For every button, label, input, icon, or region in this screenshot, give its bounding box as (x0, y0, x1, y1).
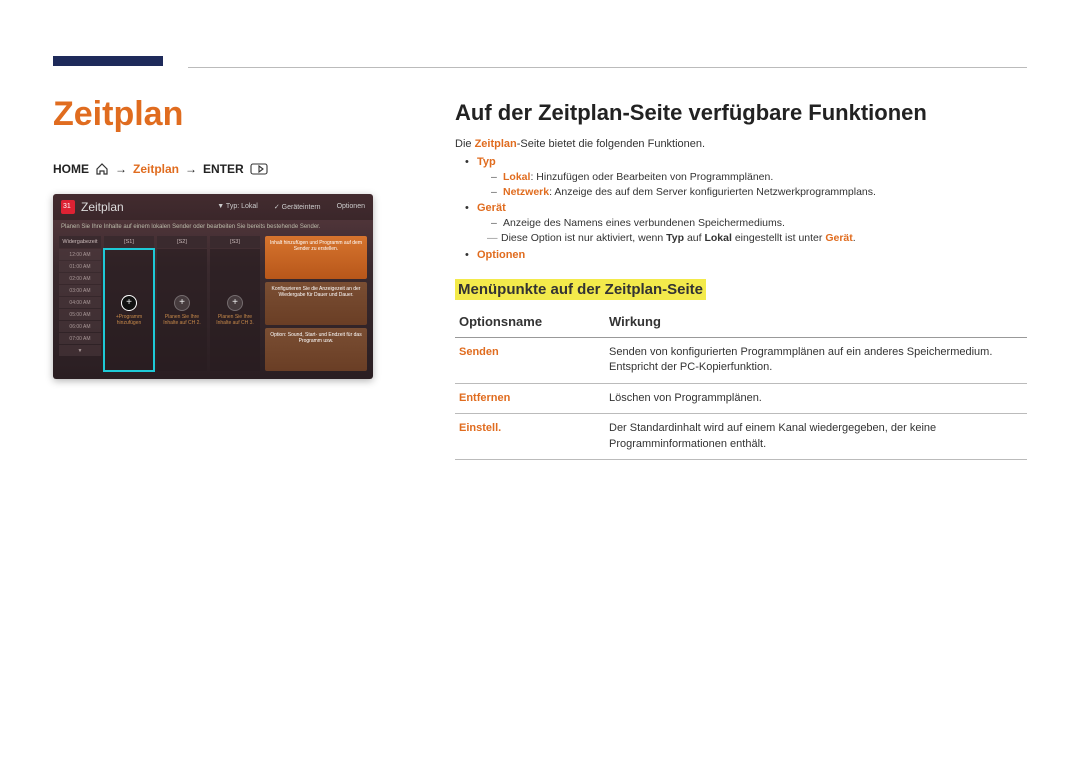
enter-icon (250, 163, 268, 175)
preview-body: Widergabezeit 12:00 AM 01:00 AM 02:00 AM… (53, 236, 373, 377)
calendar-icon (61, 200, 75, 214)
option-name: Senden (455, 338, 605, 384)
sub-text: Anzeige des Namens eines verbundenen Spe… (503, 217, 785, 229)
table-row: Senden Senden von konfigurierten Program… (455, 338, 1027, 384)
bullet-label: Typ (477, 156, 496, 168)
note-orange: Gerät (825, 232, 852, 244)
preview-time-row: 01:00 AM (59, 261, 101, 272)
breadcrumb-home: HOME (53, 162, 89, 176)
note-text: . (853, 232, 856, 244)
home-icon (95, 163, 109, 175)
preview-time-row: 07:00 AM (59, 333, 101, 344)
bullet-optionen: Optionen (465, 249, 1027, 261)
preview-side-panel: Option: Sound, Start- und Endzeit für da… (265, 328, 367, 371)
preview-subtitle: Planen Sie Ihre Inhalte auf einem lokale… (53, 220, 373, 236)
preview-channel-label: Planen Sie Ihre Inhalte auf CH 2. (157, 314, 207, 326)
sub-text: : Anzeige des auf dem Server konfigurier… (549, 186, 876, 198)
plus-icon: + (121, 295, 137, 311)
sublist: Anzeige des Namens eines verbundenen Spe… (477, 217, 1027, 229)
plus-icon: + (227, 295, 243, 311)
section-heading: Auf der Zeitplan-Seite verfügbare Funkti… (455, 100, 1027, 126)
preview-time-row: 04:00 AM (59, 297, 101, 308)
intro-post: -Seite bietet die folgenden Funktionen. (517, 138, 705, 150)
preview-channel-cell: + Planen Sie Ihre Inhalte auf CH 3. (210, 249, 260, 371)
intro-text: Die Zeitplan-Seite bietet die folgenden … (455, 138, 1027, 150)
table-header-effect: Wirkung (605, 308, 1027, 338)
sub-text: : Hinzufügen oder Bearbeiten von Program… (530, 171, 773, 183)
note-bold: Typ (666, 232, 684, 244)
preview-channel-s3: [S3] + Planen Sie Ihre Inhalte auf CH 3. (210, 236, 260, 371)
preview-side-panel: Konfigurieren Sie die Anzeigezeit an der… (265, 282, 367, 325)
preview-time-header: Widergabezeit (59, 236, 101, 248)
sub-bold: Lokal (503, 171, 530, 183)
option-name: Einstell. (455, 414, 605, 460)
preview-time-row: ▼ (59, 345, 101, 356)
preview-header: Zeitplan ▼ Typ: Lokal ✓ Geräteintern Opt… (53, 194, 373, 220)
ui-screenshot-preview: Zeitplan ▼ Typ: Lokal ✓ Geräteintern Opt… (53, 194, 373, 379)
intro-pre: Die (455, 138, 475, 150)
breadcrumb-sep-1: → (115, 162, 127, 176)
preview-channel-header: [S1] (104, 236, 154, 248)
preview-time-row: 12:00 AM (59, 249, 101, 260)
horizontal-rule-top (188, 67, 1027, 68)
preview-tab: ✓ Geräteintern (274, 203, 321, 211)
table-header-name: Optionsname (455, 308, 605, 338)
breadcrumb-enter: ENTER (203, 162, 244, 176)
sub-bold: Netzwerk (503, 186, 549, 198)
option-desc: Senden von konfigurierten Programmplänen… (605, 338, 1027, 384)
preview-tabs: ▼ Typ: Lokal ✓ Geräteintern Optionen (217, 203, 365, 211)
preview-channel-header: [S2] (157, 236, 207, 248)
table-row: Entfernen Löschen von Programmplänen. (455, 383, 1027, 413)
bullet-geraet: Gerät Anzeige des Namens eines verbunden… (465, 202, 1027, 244)
note-bold: Lokal (704, 232, 731, 244)
preview-tab: Optionen (337, 203, 365, 211)
left-column: Zeitplan HOME → Zeitplan → ENTER Zeitpla… (53, 95, 413, 379)
preview-channel-label: Planen Sie Ihre Inhalte auf CH 3. (210, 314, 260, 326)
sublist: Lokal: Hinzufügen oder Bearbeiten von Pr… (477, 171, 1027, 198)
preview-channel-header: [S3] (210, 236, 260, 248)
breadcrumb: HOME → Zeitplan → ENTER (53, 162, 413, 176)
preview-time-column: Widergabezeit 12:00 AM 01:00 AM 02:00 AM… (59, 236, 101, 371)
table-row: Einstell. Der Standardinhalt wird auf ei… (455, 414, 1027, 460)
option-name: Entfernen (455, 383, 605, 413)
preview-channel-cell: + +Programm hinzufügen (104, 249, 154, 371)
subsection-heading-highlight: Menüpunkte auf der Zeitplan-Seite (455, 279, 706, 300)
preview-channel-cell: + Planen Sie Ihre Inhalte auf CH 2. (157, 249, 207, 371)
preview-time-row: 06:00 AM (59, 321, 101, 332)
options-table: Optionsname Wirkung Senden Senden von ko… (455, 308, 1027, 460)
bullet-typ: Typ Lokal: Hinzufügen oder Bearbeiten vo… (465, 156, 1027, 198)
bullet-label: Gerät (477, 202, 506, 214)
intro-bold: Zeitplan (475, 138, 517, 150)
preview-time-row: 02:00 AM (59, 273, 101, 284)
preview-time-row: 05:00 AM (59, 309, 101, 320)
bullet-label: Optionen (477, 249, 525, 261)
sublist-item: Anzeige des Namens eines verbundenen Spe… (491, 217, 1027, 229)
breadcrumb-sep-2: → (185, 162, 197, 176)
bullet-list: Typ Lokal: Hinzufügen oder Bearbeiten vo… (455, 156, 1027, 261)
note-text: eingestellt ist unter (732, 232, 825, 244)
preview-side-panel: Inhalt hinzufügen und Programm auf dem S… (265, 236, 367, 279)
note-text: auf (684, 232, 704, 244)
right-column: Auf der Zeitplan-Seite verfügbare Funkti… (455, 100, 1027, 460)
breadcrumb-zeitplan: Zeitplan (133, 162, 179, 176)
option-desc: Der Standardinhalt wird auf einem Kanal … (605, 414, 1027, 460)
preview-channel-s2: [S2] + Planen Sie Ihre Inhalte auf CH 2. (157, 236, 207, 371)
preview-channel-label: +Programm hinzufügen (104, 314, 154, 326)
sublist-item: Lokal: Hinzufügen oder Bearbeiten von Pr… (491, 171, 1027, 183)
preview-side-panels: Inhalt hinzufügen und Programm auf dem S… (265, 236, 367, 371)
preview-tab: ▼ Typ: Lokal (217, 203, 258, 211)
accent-bar (53, 56, 163, 66)
preview-title: Zeitplan (81, 200, 124, 214)
option-desc: Löschen von Programmplänen. (605, 383, 1027, 413)
plus-icon: + (174, 295, 190, 311)
note-text: Diese Option ist nur aktiviert, wenn (501, 232, 666, 244)
preview-channel-s1: [S1] + +Programm hinzufügen (104, 236, 154, 371)
page-title: Zeitplan (53, 95, 413, 134)
sublist-item: Netzwerk: Anzeige des auf dem Server kon… (491, 186, 1027, 198)
note: Diese Option ist nur aktiviert, wenn Typ… (477, 232, 1027, 244)
preview-time-row: 03:00 AM (59, 285, 101, 296)
